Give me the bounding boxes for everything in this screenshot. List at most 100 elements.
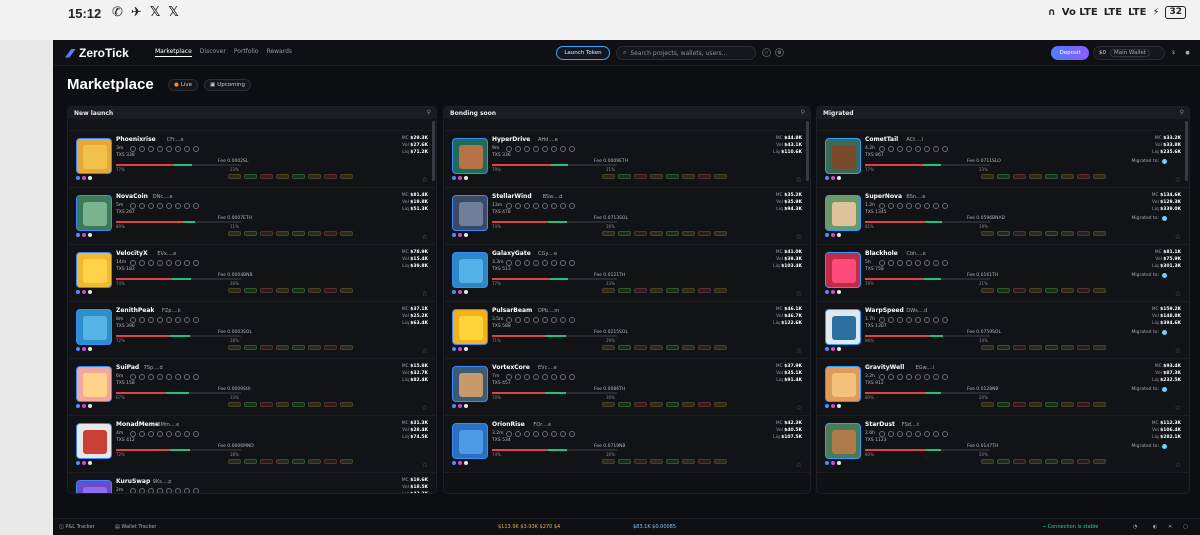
token-avatar[interactable] (452, 423, 488, 459)
social-circle-icon[interactable] (942, 260, 948, 266)
social-circle-icon[interactable] (148, 374, 154, 380)
profile-icon[interactable]: ● (1183, 48, 1192, 57)
social-circle-icon[interactable] (533, 260, 539, 266)
token-name[interactable]: GalaxyGate (492, 250, 531, 257)
token-card[interactable]: Blackhole Cbh....e 5h TXS 758 Fee 0.0161TH 79… (817, 245, 1189, 302)
social-circle-icon[interactable] (906, 146, 912, 152)
social-circle-icon[interactable] (524, 431, 530, 437)
launch-token-button[interactable]: Launch Token (556, 46, 610, 60)
social-circle-icon[interactable] (906, 374, 912, 380)
token-name[interactable]: GravityWell (865, 364, 904, 371)
social-circle-icon[interactable] (148, 488, 154, 493)
currency-icon[interactable]: $ (1169, 48, 1178, 57)
social-circle-icon[interactable] (551, 317, 557, 323)
social-circle-icon[interactable] (906, 431, 912, 437)
scrollbar[interactable] (1185, 121, 1188, 181)
token-avatar[interactable] (76, 195, 112, 231)
pnl-tracker-button[interactable]: ◫ P&L Tracker (59, 524, 95, 530)
wallet-tracker-button[interactable]: ▤ Wallet Tracker (115, 524, 156, 530)
social-circle-icon[interactable] (175, 146, 181, 152)
social-circle-icon[interactable] (569, 374, 575, 380)
favorite-star-icon[interactable]: ☆ (796, 290, 802, 298)
social-circle-icon[interactable] (524, 317, 530, 323)
social-circle-icon[interactable] (551, 374, 557, 380)
social-circle-icon[interactable] (879, 374, 885, 380)
social-circle-icon[interactable] (933, 317, 939, 323)
social-circle-icon[interactable] (879, 260, 885, 266)
token-avatar[interactable] (76, 480, 112, 493)
social-circle-icon[interactable] (542, 374, 548, 380)
social-circle-icon[interactable] (569, 203, 575, 209)
social-circle-icon[interactable] (175, 260, 181, 266)
social-circle-icon[interactable] (924, 431, 930, 437)
token-card[interactable]: PulsarBeam DPb....m 3.5m TXS 588 Fee 0.0215S… (444, 302, 810, 359)
social-circle-icon[interactable] (166, 317, 172, 323)
social-circle-icon[interactable] (193, 374, 199, 380)
brand-logo[interactable]: ZeroTick (65, 46, 129, 60)
social-circle-icon[interactable] (560, 317, 566, 323)
favorite-star-icon[interactable]: ☆ (422, 233, 428, 241)
wallet-selector[interactable]: $0 Main Wallet (1093, 46, 1165, 60)
social-circle-icon[interactable] (515, 203, 521, 209)
social-circle-icon[interactable] (897, 203, 903, 209)
social-circle-icon[interactable] (148, 203, 154, 209)
social-circle-icon[interactable] (533, 146, 539, 152)
token-name[interactable]: HyperDrive (492, 136, 530, 143)
social-circle-icon[interactable] (148, 260, 154, 266)
social-circle-icon[interactable] (139, 374, 145, 380)
favorite-star-icon[interactable]: ☆ (796, 404, 802, 412)
token-avatar[interactable] (76, 252, 112, 288)
social-circle-icon[interactable] (933, 374, 939, 380)
social-circle-icon[interactable] (533, 317, 539, 323)
token-name[interactable]: SuperNova (865, 193, 902, 200)
social-circle-icon[interactable] (130, 317, 136, 323)
social-circle-icon[interactable] (130, 260, 136, 266)
token-card[interactable]: MonadMeme 8Mm....e 4m TXS 412 Fee 0.0006MND 7… (68, 416, 436, 473)
social-circle-icon[interactable] (897, 317, 903, 323)
social-circle-icon[interactable] (569, 146, 575, 152)
token-name[interactable]: StellarWind (492, 193, 532, 200)
filter-icon[interactable]: ⚲ (801, 109, 805, 116)
favorite-star-icon[interactable]: ☆ (796, 176, 802, 184)
social-circle-icon[interactable] (506, 146, 512, 152)
social-circle-icon[interactable] (139, 203, 145, 209)
social-circle-icon[interactable] (175, 431, 181, 437)
social-circle-icon[interactable] (193, 203, 199, 209)
social-circle-icon[interactable] (933, 146, 939, 152)
nav-discover[interactable]: Discover (200, 48, 226, 57)
social-circle-icon[interactable] (888, 431, 894, 437)
social-circle-icon[interactable] (175, 488, 181, 493)
settings-icon[interactable]: ⚙ (775, 48, 784, 57)
token-card[interactable]: VortexCore EVc....e 7m TXS 457 Fee 0.0086TH 7… (444, 359, 810, 416)
token-avatar[interactable] (452, 138, 488, 174)
token-name[interactable]: NovaCoin (116, 193, 148, 200)
social-circle-icon[interactable] (924, 203, 930, 209)
favorite-star-icon[interactable]: ☆ (422, 176, 428, 184)
social-circle-icon[interactable] (130, 203, 136, 209)
social-circle-icon[interactable] (924, 146, 930, 152)
social-circle-icon[interactable] (184, 260, 190, 266)
social-circle-icon[interactable] (924, 260, 930, 266)
social-circle-icon[interactable] (915, 260, 921, 266)
token-avatar[interactable] (825, 366, 861, 402)
social-circle-icon[interactable] (193, 317, 199, 323)
filter-icon[interactable]: ⚲ (1180, 109, 1184, 116)
token-avatar[interactable] (76, 138, 112, 174)
social-circle-icon[interactable] (915, 146, 921, 152)
favorite-star-icon[interactable]: ☆ (1175, 461, 1181, 469)
social-circle-icon[interactable] (551, 203, 557, 209)
social-circle-icon[interactable] (888, 146, 894, 152)
token-name[interactable]: Blackhole (865, 250, 898, 257)
social-circle-icon[interactable] (942, 431, 948, 437)
social-circle-icon[interactable] (515, 317, 521, 323)
token-card[interactable]: StarDust FSd....t 2.6h TXS 1123 Fee 0.0147TH… (817, 416, 1189, 473)
social-circle-icon[interactable] (533, 374, 539, 380)
social-circle-icon[interactable] (906, 203, 912, 209)
social-circle-icon[interactable] (130, 374, 136, 380)
social-circle-icon[interactable] (506, 374, 512, 380)
nav-portfolio[interactable]: Portfolio (234, 48, 259, 57)
social-circle-icon[interactable] (166, 146, 172, 152)
social-circle-icon[interactable] (139, 488, 145, 493)
x-social-icon[interactable]: ✕ (1168, 524, 1172, 530)
nav-marketplace[interactable]: Marketplace (155, 48, 192, 57)
